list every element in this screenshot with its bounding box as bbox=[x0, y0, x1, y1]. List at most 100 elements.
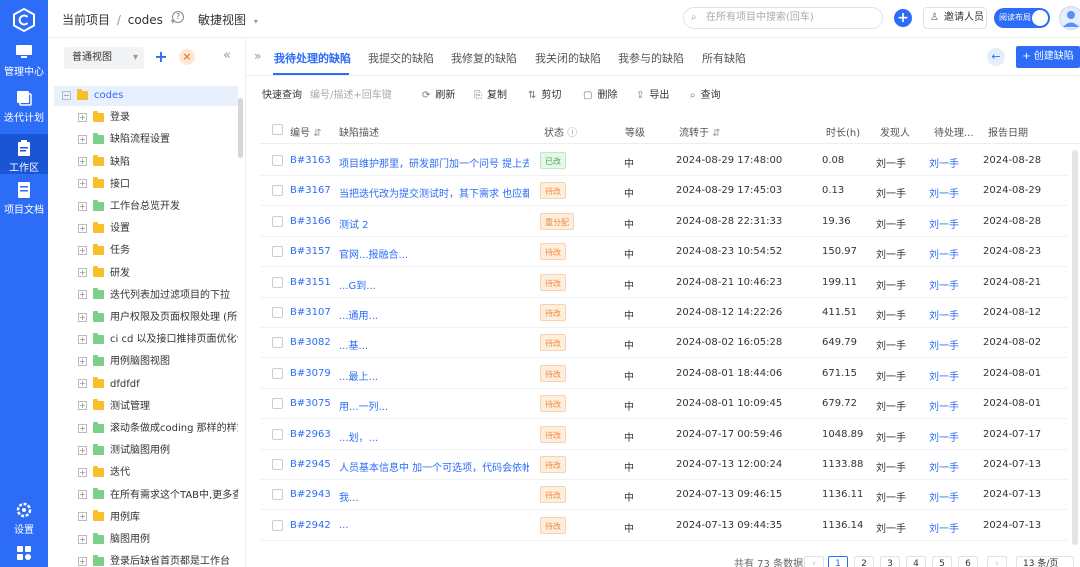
table-row[interactable]: B#2943 我... 中 2024-07-13 09:46:15 1136.11 刘一手… bbox=[260, 480, 1068, 511]
row-checkbox[interactable] bbox=[272, 489, 283, 501]
table-row[interactable]: B#2942... 中 2024-07-13 09:44:35 1136.14 刘一手 刘… bbox=[260, 511, 1068, 541]
rail-item-3[interactable]: 项目文档 bbox=[0, 180, 48, 216]
assignee-link[interactable]: 刘一手 bbox=[929, 368, 959, 383]
expand-icon[interactable]: + bbox=[78, 312, 87, 322]
help-icon[interactable]: ⓘ bbox=[567, 128, 577, 139]
assignee-link[interactable]: 刘一手 bbox=[929, 459, 959, 474]
row-checkbox[interactable] bbox=[272, 155, 283, 166]
expand-icon[interactable]: + bbox=[78, 423, 87, 433]
assignee-link[interactable]: 刘一手 bbox=[929, 216, 959, 231]
expand-icon[interactable]: + bbox=[78, 534, 87, 544]
defect-description-link[interactable]: 当把迭代改为提交测试时，其下需求 也应都... bbox=[339, 185, 529, 200]
assignee-link[interactable]: 刘一手 bbox=[929, 185, 959, 200]
tree-item[interactable]: + 缺陷 bbox=[54, 153, 238, 173]
toolbar-action-2[interactable]: ⇅ 剪切 bbox=[528, 86, 561, 101]
project-switcher[interactable]: codes bbox=[128, 13, 163, 27]
assignee-link[interactable]: 刘一手 bbox=[929, 155, 959, 170]
page-button-5[interactable]: 5 bbox=[932, 556, 952, 567]
defect-id-link[interactable]: B#3151 bbox=[290, 277, 331, 288]
tab-1[interactable]: 我提交的缺陷 bbox=[368, 50, 434, 66]
defect-id-link[interactable]: B#3163 bbox=[290, 155, 331, 166]
toolbar-action-5[interactable]: ⌕ 查询 bbox=[690, 86, 721, 101]
defect-description-link[interactable]: ...G到... bbox=[339, 277, 529, 292]
defect-description-link[interactable]: 我... bbox=[339, 489, 529, 504]
expand-icon[interactable]: + bbox=[78, 223, 87, 233]
quick-query-input[interactable]: 编号/描述+回车键 bbox=[310, 86, 392, 101]
expand-icon[interactable]: + bbox=[78, 112, 87, 122]
tab-2[interactable]: 我修复的缺陷 bbox=[451, 50, 517, 66]
assignee-link[interactable]: 刘一手 bbox=[929, 520, 959, 535]
defect-description-link[interactable]: 官网...报融合... bbox=[339, 246, 529, 261]
tree-item[interactable]: + 用户权限及页面权限处理 (所有 bbox=[54, 308, 238, 328]
assignee-link[interactable]: 刘一手 bbox=[929, 337, 959, 352]
tree-item[interactable]: + 工作台总览开发 bbox=[54, 197, 238, 217]
row-checkbox[interactable] bbox=[272, 367, 283, 379]
tree-item[interactable]: + dfdfdf bbox=[54, 375, 238, 395]
collapse-icon[interactable]: − bbox=[62, 90, 71, 100]
expand-icon[interactable]: + bbox=[78, 268, 87, 278]
tab-5[interactable]: 所有缺陷 bbox=[702, 50, 746, 66]
table-row[interactable]: B#3079 ...最上... 中 2024-08-01 18:44:06 671.15… bbox=[260, 359, 1068, 389]
avatar[interactable] bbox=[1059, 6, 1080, 30]
expand-icon[interactable]: + bbox=[78, 356, 87, 366]
table-row[interactable]: B#3075 用...一列... 中 2024-08-01 10:09:45 679.7… bbox=[260, 389, 1068, 420]
tree-item[interactable]: + 任务 bbox=[54, 241, 238, 261]
defect-description-link[interactable]: ...划，... bbox=[339, 429, 529, 444]
tree-item[interactable]: + 测试管理 bbox=[54, 397, 238, 417]
row-checkbox[interactable] bbox=[272, 307, 283, 318]
page-button-1[interactable]: 1 bbox=[828, 556, 848, 567]
expand-icon[interactable]: + bbox=[78, 179, 87, 189]
row-checkbox[interactable] bbox=[272, 276, 283, 288]
tree-item[interactable]: + 脑图用例 bbox=[54, 530, 238, 550]
table-row[interactable]: B#3163 项目维护那里，研发部门加一个问号 提上去... 中 2024-08-29… bbox=[260, 146, 1068, 176]
tree-scrollbar[interactable] bbox=[238, 98, 243, 158]
back-arrow-icon[interactable]: ← bbox=[987, 48, 1005, 66]
row-checkbox[interactable] bbox=[272, 519, 283, 531]
toolbar-action-0[interactable]: ⟳ 刷新 bbox=[422, 86, 455, 101]
rail-item-4[interactable]: 设置 bbox=[0, 500, 48, 536]
prev-page-button[interactable]: ‹ bbox=[804, 556, 824, 567]
tree-root[interactable]: − codes bbox=[54, 86, 238, 106]
assignee-link[interactable]: 刘一手 bbox=[929, 277, 959, 292]
defect-description-link[interactable]: ...通用... bbox=[339, 307, 529, 322]
remove-node-button[interactable]: × bbox=[179, 49, 195, 65]
defect-id-link[interactable]: B#2945 bbox=[290, 459, 331, 470]
reading-layout-toggle[interactable]: 阅读布局 bbox=[994, 8, 1050, 28]
tree-item[interactable]: + 接口 bbox=[54, 175, 238, 195]
table-row[interactable]: B#3166 测试 2 中 2024-08-28 22:31:33 19.36 刘一手 刘一… bbox=[260, 207, 1068, 237]
tab-0[interactable]: 我待处理的缺陷 bbox=[274, 50, 351, 66]
expand-icon[interactable]: + bbox=[78, 134, 87, 144]
expand-icon[interactable]: + bbox=[78, 379, 87, 389]
toolbar-action-3[interactable]: ▢ 删除 bbox=[583, 86, 617, 101]
expand-panel-icon[interactable]: » bbox=[254, 49, 261, 63]
defect-description-link[interactable]: 用...一列... bbox=[339, 398, 529, 413]
toolbar-action-1[interactable]: ⎘ 复制 bbox=[474, 86, 507, 101]
select-all-checkbox[interactable] bbox=[272, 124, 283, 135]
expand-icon[interactable]: + bbox=[78, 401, 87, 411]
add-node-button[interactable]: + bbox=[153, 49, 169, 65]
row-checkbox[interactable] bbox=[272, 428, 283, 440]
view-select[interactable]: 普通视图 ▾ bbox=[64, 47, 144, 69]
defect-description-link[interactable]: 项目维护那里，研发部门加一个问号 提上去... bbox=[339, 155, 529, 170]
table-row[interactable]: B#2963 ...划，... 中 2024-07-17 00:59:46 1048.8… bbox=[260, 420, 1068, 450]
expand-icon[interactable]: + bbox=[78, 467, 87, 477]
table-row[interactable]: B#3107 ...通用... 中 2024-08-12 14:22:26 411.51… bbox=[260, 298, 1068, 328]
assignee-link[interactable]: 刘一手 bbox=[929, 307, 959, 322]
grid-icon[interactable] bbox=[16, 545, 32, 561]
row-checkbox[interactable] bbox=[272, 215, 283, 227]
next-page-button[interactable]: › bbox=[987, 556, 1007, 567]
defect-id-link[interactable]: B#3075 bbox=[290, 398, 331, 409]
tab-4[interactable]: 我参与的缺陷 bbox=[618, 50, 684, 66]
page-button-3[interactable]: 3 bbox=[880, 556, 900, 567]
expand-icon[interactable]: + bbox=[78, 157, 87, 167]
defect-id-link[interactable]: B#3166 bbox=[290, 216, 331, 227]
defect-description-link[interactable]: ...基... bbox=[339, 337, 529, 352]
tree-item[interactable]: + 设置 bbox=[54, 219, 238, 239]
tree-item[interactable]: + 迭代列表加过滤项目的下拉 bbox=[54, 286, 238, 306]
defect-description-link[interactable]: 测试 2 bbox=[339, 216, 529, 231]
table-scrollbar[interactable] bbox=[1072, 150, 1078, 545]
defect-description-link[interactable]: ...最上... bbox=[339, 368, 529, 383]
expand-icon[interactable]: + bbox=[78, 556, 87, 566]
tree-item[interactable]: + 登录 bbox=[54, 108, 238, 128]
expand-icon[interactable]: + bbox=[78, 334, 87, 344]
